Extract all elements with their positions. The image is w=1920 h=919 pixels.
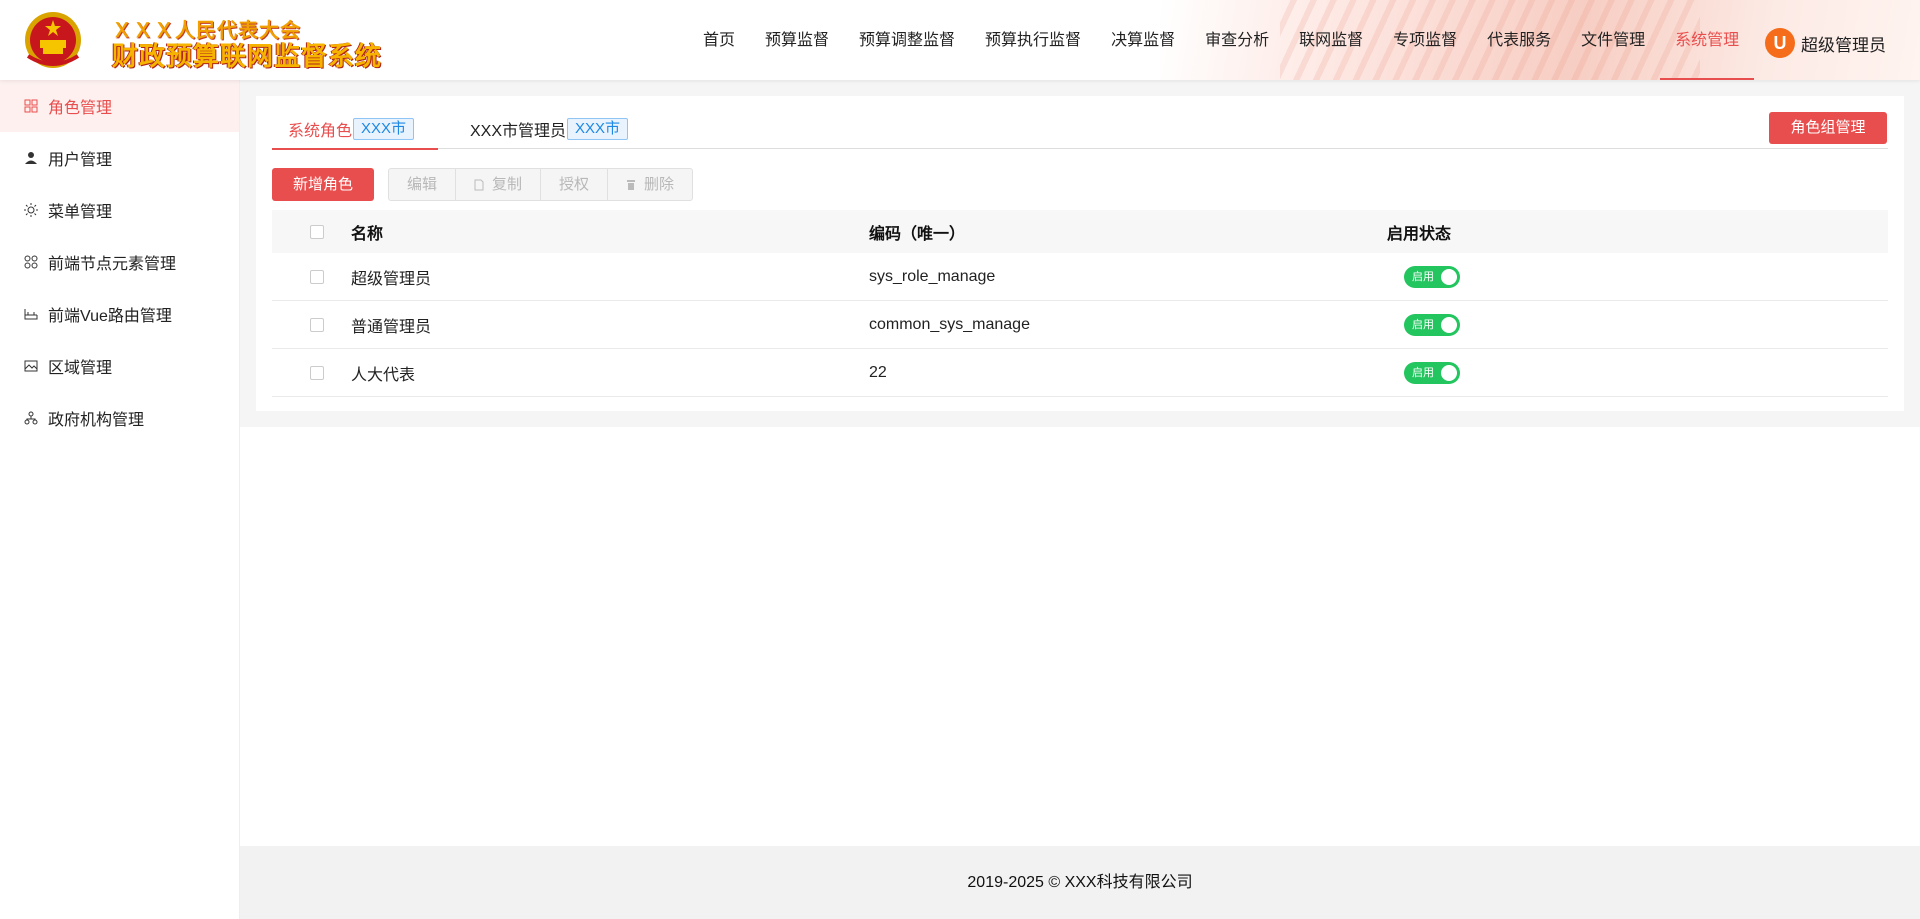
role-table: 名称 编码（唯一） 启用状态 超级管理员 sys_role_manage 启用 … bbox=[272, 210, 1888, 397]
status-cell: 启用 bbox=[1387, 361, 1888, 384]
status-cell: 启用 bbox=[1387, 313, 1888, 336]
sidebar: 角色管理 用户管理 菜单管理 前端节点元素管理 前端Vue路由管理 区域管理 政… bbox=[0, 80, 240, 919]
sidebar-item-gov-org[interactable]: 政府机构管理 bbox=[0, 392, 239, 444]
sidebar-item-label: 角色管理 bbox=[48, 100, 113, 117]
nav-budget-adjustment[interactable]: 预算调整监督 bbox=[844, 0, 970, 80]
sidebar-item-region-management[interactable]: 区域管理 bbox=[0, 340, 239, 392]
status-toggle[interactable]: 启用 bbox=[1404, 265, 1460, 288]
copy-button[interactable]: 复制 bbox=[456, 169, 542, 200]
toggle-knob bbox=[1441, 364, 1457, 381]
trash-icon bbox=[627, 179, 636, 190]
role-group-button[interactable]: 角色组管理 bbox=[1769, 112, 1887, 144]
tab-system-role[interactable]: 系统角色 XXX市 bbox=[272, 108, 438, 150]
nav-budget-execution[interactable]: 预算执行监督 bbox=[970, 0, 1096, 80]
tab-city-admin[interactable]: XXX市管理员 XXX市 bbox=[470, 108, 629, 149]
sidebar-item-vue-router[interactable]: 前端Vue路由管理 bbox=[0, 288, 239, 340]
national-emblem-icon bbox=[25, 12, 81, 68]
table-row[interactable]: 人大代表 22 启用 bbox=[272, 349, 1888, 397]
role-code: sys_role_manage bbox=[869, 267, 996, 285]
authorize-button[interactable]: 授权 bbox=[541, 169, 609, 200]
nav-deputy-service[interactable]: 代表服务 bbox=[1472, 0, 1566, 80]
footer: 2019-2025 © XXX科技有限公司 bbox=[240, 846, 1920, 919]
header-checkbox-cell bbox=[272, 224, 351, 239]
sun-icon bbox=[24, 203, 38, 217]
toggle-knob bbox=[1441, 268, 1457, 285]
nav-home[interactable]: 首页 bbox=[688, 0, 750, 80]
main-blank-area bbox=[240, 427, 1920, 846]
copy-label: 复制 bbox=[492, 176, 523, 193]
user-icon bbox=[25, 152, 37, 164]
avatar[interactable]: U bbox=[1765, 28, 1795, 58]
sidebar-item-label: 前端Vue路由管理 bbox=[48, 308, 172, 325]
nav-file-management[interactable]: 文件管理 bbox=[1566, 0, 1660, 80]
tab-label: XXX市管理员 bbox=[470, 122, 567, 140]
role-card: 系统角色 XXX市 XXX市管理员 XXX市 角色组管理 新增角色 编辑 复制 … bbox=[256, 96, 1904, 411]
nav-review-analysis[interactable]: 审查分析 bbox=[1190, 0, 1284, 80]
nav-final-accounts[interactable]: 决算监督 bbox=[1096, 0, 1190, 80]
table-row[interactable]: 超级管理员 sys_role_manage 启用 bbox=[272, 253, 1888, 301]
role-name: 普通管理员 bbox=[351, 318, 432, 336]
nodes-icon bbox=[24, 255, 38, 269]
sidebar-item-label: 区域管理 bbox=[48, 360, 113, 377]
row-checkbox[interactable] bbox=[309, 269, 324, 284]
nav-special-supervision[interactable]: 专项监督 bbox=[1378, 0, 1472, 80]
sidebar-item-role-management[interactable]: 角色管理 bbox=[0, 80, 239, 132]
delete-button[interactable]: 删除 bbox=[608, 169, 692, 200]
copy-icon bbox=[474, 179, 484, 190]
role-name: 人大代表 bbox=[351, 366, 416, 384]
map-icon bbox=[24, 360, 38, 372]
delete-label: 删除 bbox=[644, 176, 675, 193]
status-cell: 启用 bbox=[1387, 265, 1888, 288]
city-tag: XXX市 bbox=[567, 117, 629, 140]
row-checkbox-cell bbox=[272, 269, 351, 284]
nav-budget-supervision[interactable]: 预算监督 bbox=[750, 0, 844, 80]
header-code: 编码（唯一） bbox=[869, 225, 966, 243]
edit-label: 编辑 bbox=[407, 176, 438, 193]
tab-label: 系统角色 bbox=[288, 122, 353, 140]
header-name: 名称 bbox=[351, 225, 384, 243]
status-toggle[interactable]: 启用 bbox=[1404, 313, 1460, 336]
table-row[interactable]: 普通管理员 common_sys_manage 启用 bbox=[272, 301, 1888, 349]
toggle-label: 启用 bbox=[1412, 318, 1434, 331]
header-status: 启用状态 bbox=[1387, 225, 1452, 243]
toggle-label: 启用 bbox=[1412, 270, 1434, 283]
row-checkbox-cell bbox=[272, 365, 351, 380]
toolbar: 新增角色 编辑 复制 授权 删除 bbox=[272, 168, 694, 201]
action-button-group: 编辑 复制 授权 删除 bbox=[388, 168, 694, 201]
sidebar-item-label: 用户管理 bbox=[48, 152, 113, 169]
nav-system-management[interactable]: 系统管理 bbox=[1660, 0, 1755, 80]
add-role-button[interactable]: 新增角色 bbox=[272, 168, 374, 201]
role-name: 超级管理员 bbox=[351, 270, 432, 288]
toggle-knob bbox=[1441, 316, 1457, 333]
city-tag: XXX市 bbox=[353, 117, 415, 140]
top-nav: 首页 预算监督 预算调整监督 预算执行监督 决算监督 审查分析 联网监督 专项监… bbox=[688, 0, 1755, 80]
toggle-label: 启用 bbox=[1412, 366, 1434, 379]
role-tabs: 系统角色 XXX市 XXX市管理员 XXX市 bbox=[272, 108, 1888, 150]
authorize-label: 授权 bbox=[559, 176, 590, 193]
grid-icon bbox=[24, 99, 38, 113]
sidebar-item-menu-management[interactable]: 菜单管理 bbox=[0, 184, 239, 236]
edit-button[interactable]: 编辑 bbox=[389, 169, 457, 200]
sidebar-item-label: 政府机构管理 bbox=[48, 412, 145, 429]
user-name[interactable]: 超级管理员 bbox=[1801, 31, 1886, 56]
user-menu[interactable]: U 超级管理员 bbox=[1765, 28, 1886, 58]
router-icon bbox=[24, 309, 38, 320]
sidebar-item-label: 菜单管理 bbox=[48, 204, 113, 221]
nav-network-supervision[interactable]: 联网监督 bbox=[1284, 0, 1378, 80]
row-checkbox-cell bbox=[272, 317, 351, 332]
role-code: 22 bbox=[869, 363, 887, 381]
sidebar-item-node-elements[interactable]: 前端节点元素管理 bbox=[0, 236, 239, 288]
sidebar-item-label: 前端节点元素管理 bbox=[48, 256, 177, 273]
table-header: 名称 编码（唯一） 启用状态 bbox=[272, 210, 1888, 253]
status-toggle[interactable]: 启用 bbox=[1404, 361, 1460, 384]
row-checkbox[interactable] bbox=[309, 365, 324, 380]
row-checkbox[interactable] bbox=[309, 317, 324, 332]
top-header: ＸＸＸ人民代表大会 财政预算联网监督系统 首页 预算监督 预算调整监督 预算执行… bbox=[0, 0, 1920, 80]
role-code: common_sys_manage bbox=[869, 315, 1030, 333]
logo-title-line2: 财政预算联网监督系统 bbox=[112, 41, 383, 71]
select-all-checkbox[interactable] bbox=[309, 224, 324, 239]
org-icon bbox=[24, 411, 38, 425]
sidebar-item-user-management[interactable]: 用户管理 bbox=[0, 132, 239, 184]
